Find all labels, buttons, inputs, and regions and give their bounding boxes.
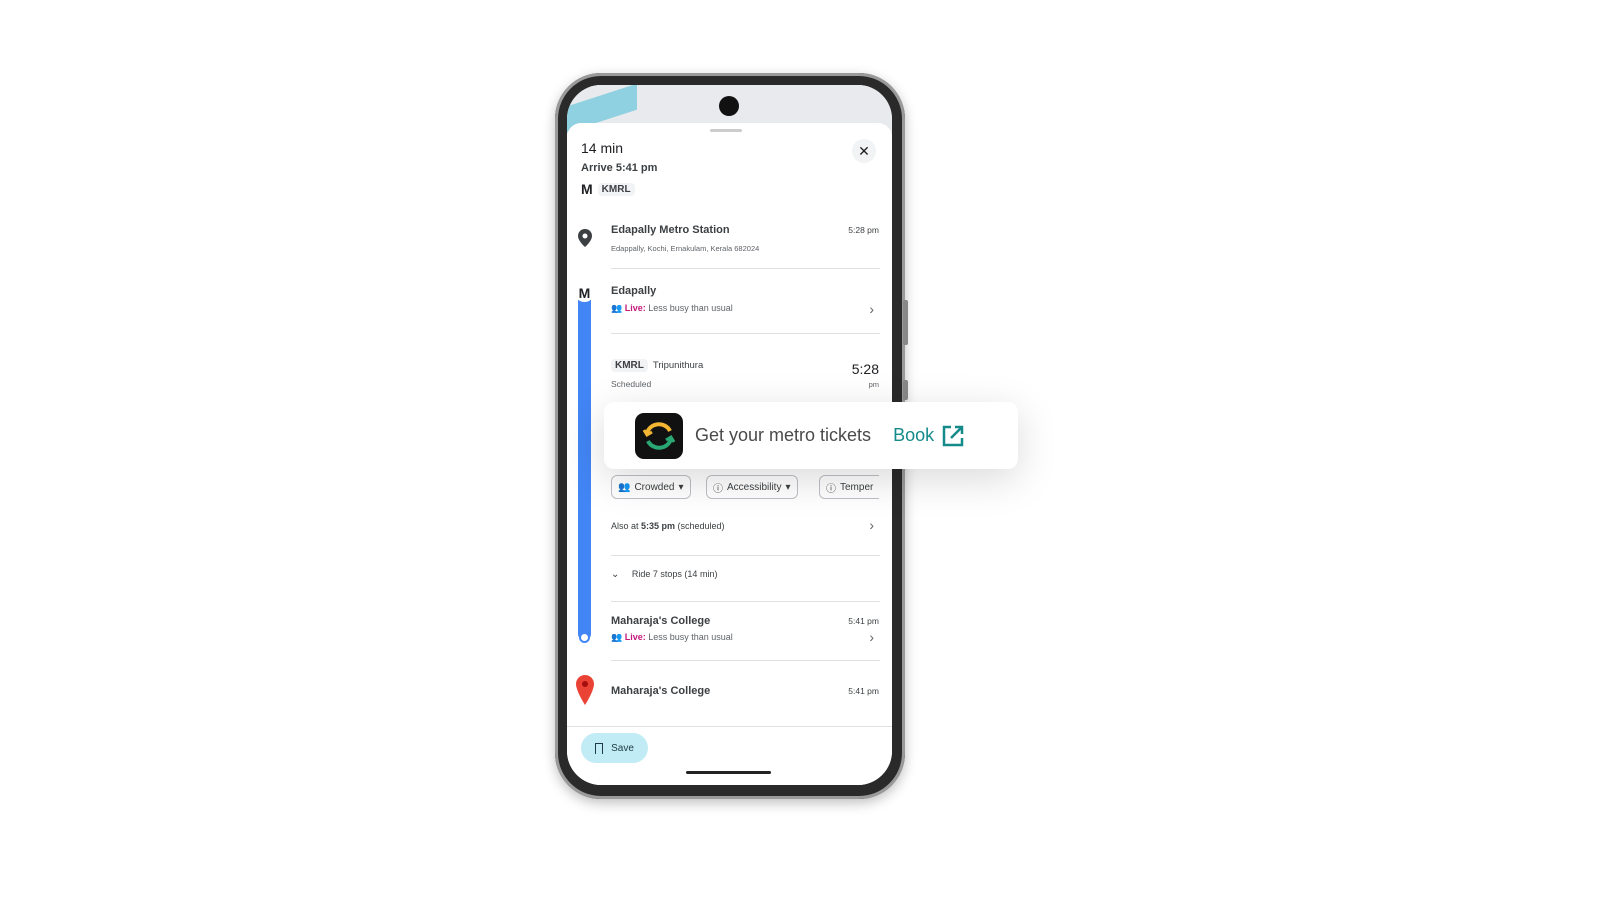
divider bbox=[611, 601, 880, 602]
home-indicator[interactable] bbox=[686, 771, 771, 774]
destination-time: 5:41 pm bbox=[848, 686, 879, 696]
also-prefix: Also at bbox=[611, 521, 642, 531]
metro-app-logo bbox=[635, 412, 683, 459]
alight-stop-row[interactable]: Maharaja's College 👥 Live: Less busy tha… bbox=[611, 615, 880, 655]
filter-label: Temper bbox=[840, 481, 874, 493]
end-stop-dot bbox=[579, 632, 590, 643]
origin-name: Edapally Metro Station bbox=[611, 224, 730, 236]
destination-pin-icon bbox=[576, 675, 594, 705]
book-button[interactable]: Book bbox=[893, 425, 964, 447]
people-icon: 👥 bbox=[618, 481, 631, 493]
save-label: Save bbox=[611, 742, 634, 754]
caret-down-icon: ▾ bbox=[678, 481, 684, 493]
origin-time: 5:28 pm bbox=[848, 225, 879, 235]
divider bbox=[611, 333, 880, 334]
save-button[interactable]: Save bbox=[581, 733, 648, 763]
alight-stop-name: Maharaja's College bbox=[611, 615, 711, 627]
train-line: KMRL Tripunithura bbox=[611, 359, 703, 372]
chevron-right-icon: › bbox=[869, 629, 874, 645]
people-icon: 👥 bbox=[611, 303, 625, 313]
board-stop-name: Edapally bbox=[611, 285, 657, 297]
metro-stop-icon: M bbox=[575, 285, 594, 302]
filter-label: Accessibility bbox=[727, 481, 782, 493]
filter-accessibility[interactable]: ⓘ Accessibility ▾ bbox=[706, 475, 798, 499]
ride-stops-toggle[interactable]: ⌄ Ride 7 stops (14 min) bbox=[611, 569, 717, 580]
destination-name: Maharaja's College bbox=[611, 685, 711, 697]
departure-time: 5:28 bbox=[851, 361, 879, 377]
divider bbox=[611, 660, 880, 661]
train-status: Scheduled bbox=[611, 379, 652, 389]
also-suffix: (scheduled) bbox=[675, 521, 725, 531]
drag-handle[interactable] bbox=[710, 129, 742, 132]
departure-ampm: pm bbox=[868, 380, 879, 389]
board-stop-row[interactable]: Edapally 👥 Live: Less busy than usual › bbox=[611, 285, 880, 325]
chevron-right-icon: › bbox=[869, 517, 874, 533]
agency-chip: KMRL bbox=[611, 359, 648, 372]
divider bbox=[611, 268, 880, 269]
metro-icon: M bbox=[581, 181, 593, 197]
bookmark-icon bbox=[595, 742, 604, 754]
footer-divider bbox=[567, 726, 892, 727]
live-label: Live: bbox=[624, 632, 646, 642]
metro-tickets-card: Get your metro tickets Book bbox=[604, 402, 1018, 469]
divider bbox=[611, 555, 880, 556]
alight-time: 5:41 pm bbox=[848, 616, 879, 626]
headsign: Tripunithura bbox=[652, 360, 704, 371]
power-button bbox=[903, 300, 908, 345]
trip-duration: 14 min bbox=[581, 140, 624, 156]
live-text: Less busy than usual bbox=[648, 632, 733, 642]
promo-text: Get your metro tickets bbox=[695, 425, 872, 445]
live-label: Live: bbox=[624, 303, 646, 313]
help-icon: ⓘ bbox=[826, 483, 836, 495]
filter-temperature[interactable]: ⓘ Temper bbox=[819, 475, 880, 499]
people-icon: 👥 bbox=[611, 632, 625, 642]
chevron-right-icon: › bbox=[869, 301, 874, 317]
filter-label: Crowded bbox=[634, 481, 675, 493]
book-label: Book bbox=[893, 425, 935, 445]
transit-summary: M KMRL bbox=[581, 181, 635, 197]
arrival-time: Arrive 5:41 pm bbox=[581, 162, 658, 174]
volume-button bbox=[903, 380, 908, 400]
live-text: Less busy than usual bbox=[648, 303, 733, 313]
chevron-down-icon: ⌄ bbox=[611, 569, 620, 580]
also-time: 5:35 pm bbox=[641, 521, 676, 531]
caret-down-icon: ▾ bbox=[785, 481, 791, 493]
filter-crowded[interactable]: 👥 Crowded ▾ bbox=[611, 475, 691, 499]
location-pin-icon bbox=[578, 229, 592, 247]
help-icon: ⓘ bbox=[713, 483, 723, 495]
close-button[interactable]: ✕ bbox=[852, 139, 876, 163]
agency-chip: KMRL bbox=[597, 182, 635, 196]
also-departure-row[interactable]: Also at 5:35 pm (scheduled) › bbox=[611, 517, 880, 533]
route-line bbox=[578, 294, 591, 640]
close-icon: ✕ bbox=[858, 143, 870, 159]
open-external-icon bbox=[942, 425, 964, 446]
camera-cutout bbox=[719, 96, 739, 116]
ride-label: Ride 7 stops (14 min) bbox=[631, 569, 718, 579]
origin-address: Edappally, Kochi, Ernakulam, Kerala 6820… bbox=[611, 244, 760, 253]
